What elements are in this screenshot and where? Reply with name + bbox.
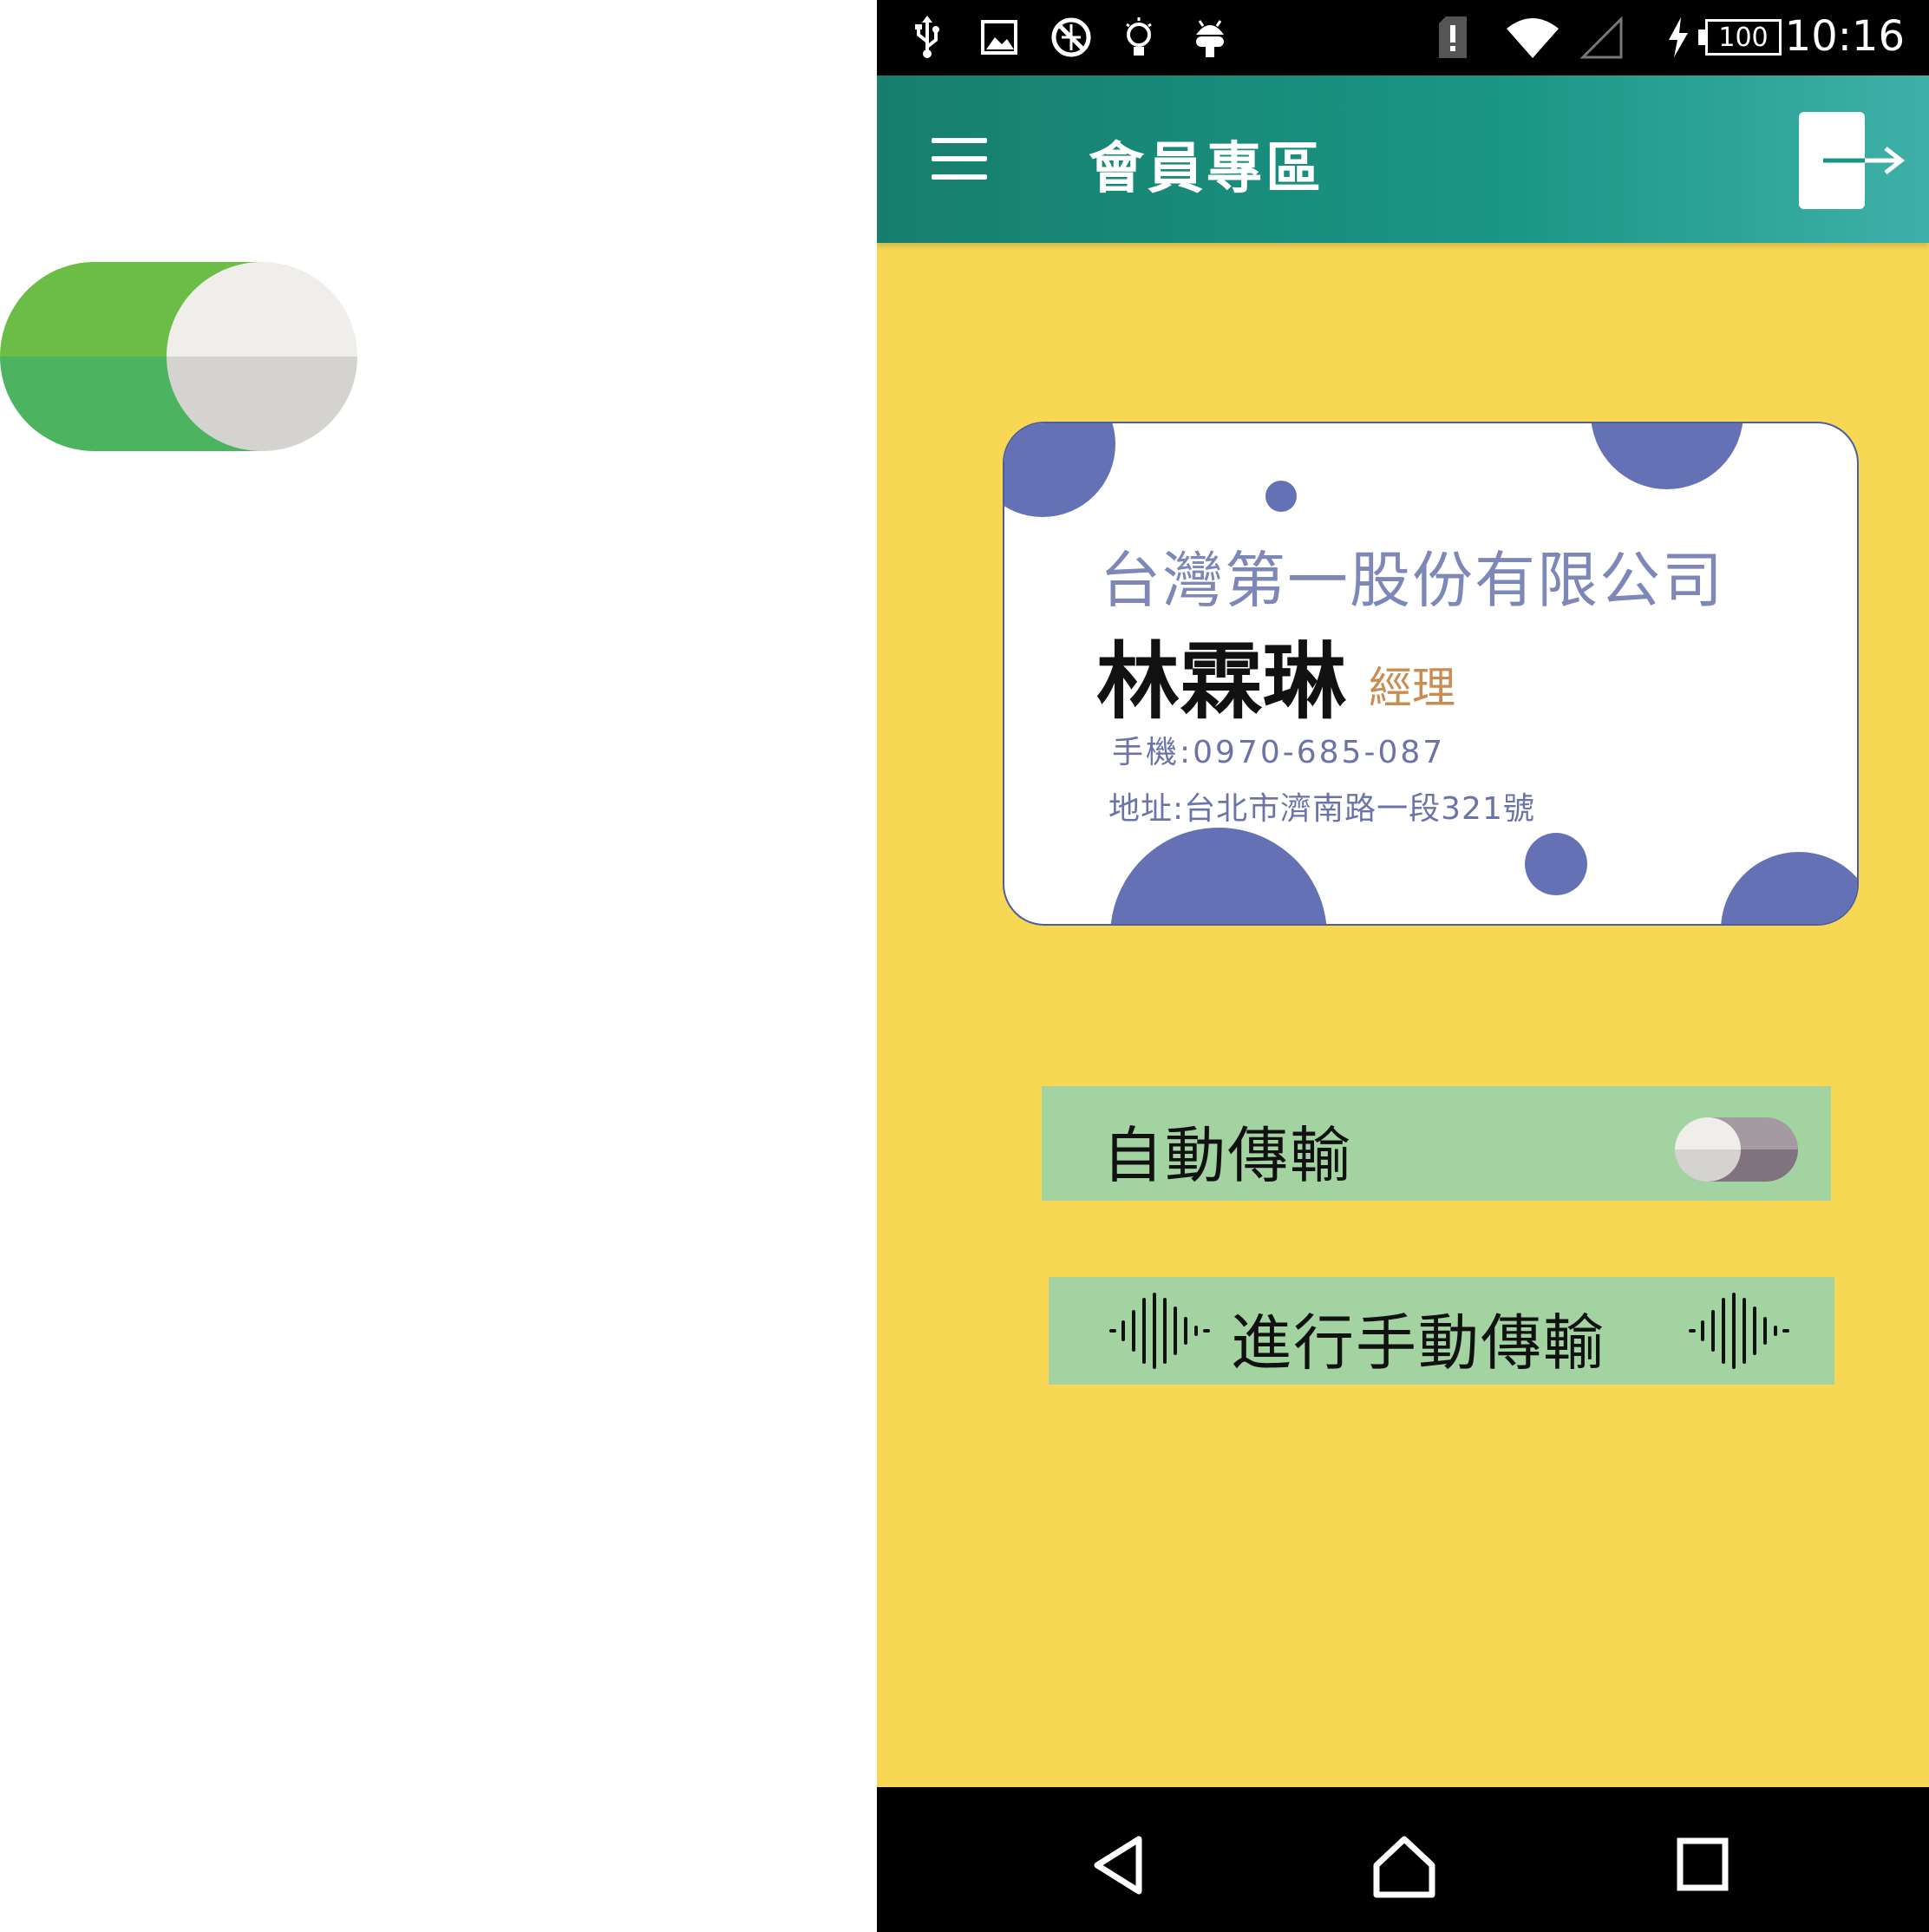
company-name: 台灣第一股份有限公司 <box>1100 545 1724 616</box>
job-title: 經理 <box>1369 663 1455 713</box>
business-card[interactable]: 台灣第一股份有限公司 林霖琳 經理 手機:0970-685-087 地址:台北市… <box>1003 422 1859 926</box>
auto-transfer-toggle[interactable] <box>1675 1117 1798 1183</box>
app-bar: 會員專區 <box>877 75 1929 243</box>
person-name: 林霖琳 <box>1096 633 1346 730</box>
sim-alert-icon <box>1432 16 1474 59</box>
status-bar: 100 10:16 <box>877 0 1929 75</box>
back-icon[interactable] <box>1085 1830 1154 1900</box>
battery-nub <box>1698 29 1705 45</box>
large-toggle-switch[interactable] <box>0 262 357 453</box>
signal-icon <box>1578 16 1626 59</box>
recents-icon[interactable] <box>1668 1830 1737 1900</box>
toggle-knob <box>167 262 357 451</box>
usb-icon <box>908 16 946 59</box>
decor-dot <box>1004 423 1115 517</box>
no-sync-icon <box>1047 16 1095 59</box>
charging-icon <box>1663 16 1694 59</box>
mobile-number: 手機:0970-685-087 <box>1112 735 1446 770</box>
manual-transfer-label: 進行手動傳輸 <box>1231 1307 1605 1379</box>
navigation-bar <box>877 1787 1929 1932</box>
clock: 10:16 <box>1784 12 1905 61</box>
address: 地址:台北市濟南路一段321號 <box>1108 791 1535 827</box>
decor-dot <box>1265 481 1297 512</box>
battery-level: 100 <box>1705 19 1782 56</box>
wifi-icon <box>1505 16 1560 59</box>
sound-wave-icon <box>1689 1293 1789 1369</box>
decor-dot <box>1591 423 1743 489</box>
page-title: 會員專區 <box>1089 137 1324 201</box>
manual-transfer-button[interactable]: 進行手動傳輸 <box>1049 1277 1834 1385</box>
sound-wave-icon <box>1109 1293 1210 1369</box>
home-icon[interactable] <box>1370 1830 1439 1900</box>
decor-dot <box>1721 852 1857 924</box>
decor-dot <box>1110 828 1327 924</box>
auto-transfer-row: 自動傳輸 <box>1042 1086 1831 1201</box>
toggle-knob <box>1675 1117 1741 1182</box>
hamburger-menu-icon[interactable] <box>932 138 987 180</box>
logout-icon[interactable] <box>1799 112 1907 209</box>
decor-dot <box>1525 833 1587 895</box>
phone-screen: 100 10:16 會員專區 台灣第一股份有限公司 林霖琳 經理 手機:0970… <box>877 0 1929 1932</box>
auto-transfer-label: 自動傳輸 <box>1102 1120 1352 1191</box>
android-icon <box>1191 16 1229 59</box>
bulb-icon <box>1121 16 1156 59</box>
image-icon <box>979 16 1019 59</box>
